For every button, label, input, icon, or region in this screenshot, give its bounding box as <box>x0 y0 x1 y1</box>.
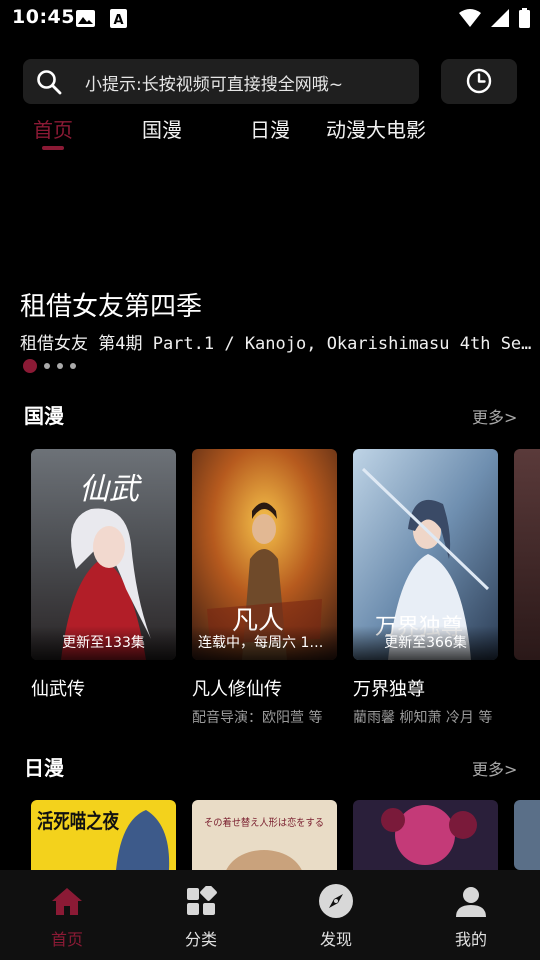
episode-badge: 更新至366集 <box>353 626 498 660</box>
more-link-guoman[interactable]: 更多> <box>472 404 517 428</box>
nav-home[interactable]: 首页 <box>17 870 117 960</box>
card-cast: 藺雨馨 柳知萧 冷月 等 <box>353 710 493 726</box>
nav-discover[interactable]: 发现 <box>286 870 386 960</box>
anime-card[interactable]: 万界独尊 更新至366集 万界独尊 藺雨馨 柳知萧 冷月 等 <box>353 449 498 726</box>
card-title: 万界独尊 <box>353 679 425 700</box>
episode-badge: 更新至133集 <box>31 626 176 660</box>
nav-label: 首页 <box>50 930 83 949</box>
page-dot-active <box>23 359 37 373</box>
signal-icon <box>491 9 509 27</box>
page-dot <box>57 363 63 369</box>
card-cast: 配音导演：欧阳萱 等 <box>192 710 323 726</box>
gallery-icon <box>76 10 95 27</box>
anime-card[interactable]: その着せ替え人形は恋をする <box>192 800 337 870</box>
category-icon <box>187 886 217 915</box>
banner-title[interactable]: 租借女友第四季 <box>20 286 202 323</box>
tab-home[interactable]: 首页 <box>33 114 73 143</box>
tab-movies[interactable]: 动漫大电影 <box>326 114 426 143</box>
nav-category[interactable]: 分类 <box>151 870 251 960</box>
page-dot <box>70 363 76 369</box>
font-icon: A <box>110 9 127 28</box>
status-time: 10:45 <box>12 6 75 28</box>
more-link-riman[interactable]: 更多> <box>472 756 517 780</box>
tab-guoman[interactable]: 国漫 <box>142 114 182 143</box>
poster-image: 万界独尊 更新至366集 <box>353 449 498 660</box>
anime-card[interactable]: 活死喵之夜 <box>31 800 176 870</box>
home-icon <box>52 888 82 915</box>
card-title: 凡人修仙传 <box>192 679 282 700</box>
nav-label: 我的 <box>454 930 487 949</box>
svg-text:その着せ替え人形は恋をする: その着せ替え人形は恋をする <box>204 816 324 829</box>
poster-image: 仙武 更新至133集 <box>31 449 176 660</box>
episode-badge: 连载中，每周六 11:00 <box>192 626 337 660</box>
section-title-guoman: 国漫 <box>24 404 64 428</box>
search-bar[interactable]: 小提示:长按视频可直接搜全网哦~ <box>23 59 419 104</box>
nav-profile[interactable]: 我的 <box>421 870 521 960</box>
search-icon <box>37 70 62 95</box>
next-card-peek[interactable] <box>514 449 540 660</box>
battery-icon <box>519 8 530 28</box>
card-title: 仙武传 <box>31 679 85 700</box>
next-card-peek[interactable] <box>514 800 540 870</box>
user-icon <box>456 887 486 917</box>
tab-indicator <box>42 146 64 150</box>
svg-text:A: A <box>113 13 123 28</box>
page-dot <box>44 363 50 369</box>
anime-card[interactable]: 仙武 更新至133集 仙武传 <box>31 449 176 700</box>
poster-image: 凡人 连载中，每周六 11:00 <box>192 449 337 660</box>
search-placeholder: 小提示:长按视频可直接搜全网哦~ <box>85 75 343 95</box>
svg-text:仙武: 仙武 <box>79 472 142 507</box>
section-title-riman: 日漫 <box>24 756 64 780</box>
anime-card[interactable]: 凡人 连载中，每周六 11:00 凡人修仙传 配音导演：欧阳萱 等 <box>192 449 337 726</box>
nav-label: 发现 <box>319 930 352 949</box>
banner-pagination <box>23 359 76 373</box>
anime-card[interactable] <box>353 800 498 870</box>
status-bar: 10:45 A <box>0 0 540 36</box>
banner-subtitle[interactable]: 租借女友 第4期 Part.1 / Kanojo, Okarishimasu 4… <box>20 329 532 354</box>
tab-riman[interactable]: 日漫 <box>250 114 290 143</box>
bottom-navigation: 首页 分类 发现 我的 <box>0 870 540 960</box>
clock-icon <box>466 68 492 94</box>
history-button[interactable] <box>441 59 517 104</box>
svg-text:活死喵之夜: 活死喵之夜 <box>37 809 120 833</box>
nav-label: 分类 <box>184 930 217 949</box>
wifi-icon <box>459 9 481 27</box>
status-indicators <box>459 7 530 29</box>
compass-icon <box>319 884 353 918</box>
